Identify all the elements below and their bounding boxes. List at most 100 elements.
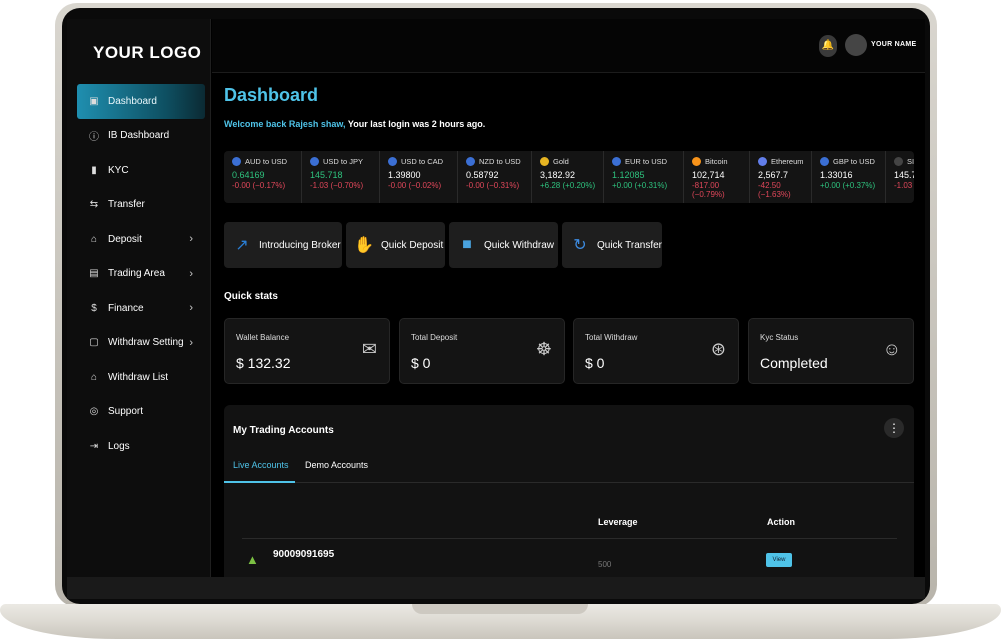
quick-action-quick-withdraw[interactable]: ■ Quick Withdraw (449, 222, 558, 268)
ticker-change: +6.28 (+0.20%) (540, 181, 596, 190)
app-screen: YOUR LOGO ▣ Dashboard ⓘ IB Dashboard ▮ KYC ⇆ Tr… (67, 19, 925, 577)
stat-label: Total Withdraw (585, 333, 638, 342)
currency-flag-icon (232, 157, 241, 166)
ticker-symbol: EUR to USD (612, 157, 683, 166)
sidebar-item-label: Trading Area (108, 268, 165, 280)
ticker-name: SI (907, 157, 914, 166)
quick-action-label: Introducing Broker (259, 239, 341, 251)
ticker-symbol: Ethereum (758, 157, 811, 166)
ticker-item[interactable]: USD to CAD 1.39800 -0.00 (−0.02%) (380, 151, 458, 203)
trading-icon: ▤ (89, 268, 99, 280)
deposit-hand-icon: ✋ (354, 237, 374, 254)
ticker-item[interactable]: GBP to USD 1.33016 +0.00 (+0.37%) (812, 151, 886, 203)
ticker-symbol: Bitcoin (692, 157, 749, 166)
ticker-price: 0.64169 (232, 170, 265, 180)
welcome-message: Welcome back Rajesh shaw, Your last logi… (224, 119, 485, 129)
chevron-right-icon: › (189, 302, 193, 315)
sidebar-item-withdraw-setting[interactable]: ▢ Withdraw Setting › (77, 326, 205, 361)
ticker-symbol: AUD to USD (232, 157, 301, 166)
bell-icon[interactable]: 🔔 (819, 35, 837, 57)
quick-action-label: Quick Withdraw (484, 239, 555, 251)
dashboard-icon: ▣ (89, 95, 99, 107)
ticker-price: 145.718 (310, 170, 343, 180)
quick-action-quick-deposit[interactable]: ✋ Quick Deposit (346, 222, 445, 268)
sidebar-item-trading-area[interactable]: ▤ Trading Area › (77, 257, 205, 292)
sidebar-item-transfer[interactable]: ⇆ Transfer (77, 188, 205, 223)
tab-active-indicator (224, 481, 295, 483)
chevron-right-icon: › (189, 267, 193, 280)
ticker-item[interactable]: AUD to USD 0.64169 -0.00 (−0.17%) (224, 151, 302, 203)
sidebar-item-ib-dashboard[interactable]: ⓘ IB Dashboard (77, 119, 205, 154)
stat-value: Completed (760, 355, 828, 371)
market-ticker[interactable]: AUD to USD 0.64169 -0.00 (−0.17%) USD to JP… (224, 151, 914, 203)
ticker-change: -1.03 ( (894, 181, 914, 190)
quick-action-label: Quick Transfer (596, 239, 663, 251)
top-bar: 🔔 YOUR NAME (212, 19, 925, 73)
trading-accounts-panel: My Trading Accounts ⋮ Live Accounts Demo… (224, 405, 914, 577)
support-icon: ◎ (89, 406, 99, 418)
tab-live-accounts[interactable]: Live Accounts (233, 460, 289, 470)
laptop-frame: YOUR LOGO ▣ Dashboard ⓘ IB Dashboard ▮ KYC ⇆ Tr… (0, 0, 1001, 639)
ticker-name: NZD to USD (479, 157, 521, 166)
currency-flag-icon (388, 157, 397, 166)
ticker-name: USD to JPY (323, 157, 364, 166)
column-header-action: Action (767, 517, 795, 527)
ticker-item[interactable]: USD to JPY 145.718 -1.03 (−0.70%) (302, 151, 380, 203)
ticker-change: -0.00 (−0.31%) (466, 181, 520, 190)
sidebar-item-withdraw-list[interactable]: ⌂ Withdraw List (77, 360, 205, 395)
ticker-price: 0.58792 (466, 170, 499, 180)
sidebar-item-finance[interactable]: $ Finance › (77, 291, 205, 326)
sidebar-item-dashboard[interactable]: ▣ Dashboard (77, 84, 205, 119)
stat-label: Total Deposit (411, 333, 458, 342)
stat-card-total-withdraw: Total Withdraw $ 0 ⊛ (573, 318, 739, 384)
ticker-item[interactable]: Ethereum 2,567.7 -42.50 (−1.63%) (750, 151, 812, 203)
ticker-change: -0.00 (−0.17%) (232, 181, 286, 190)
sidebar-item-label: Finance (108, 302, 144, 314)
screen-chin (67, 577, 925, 599)
sidebar-item-label: Withdraw List (108, 371, 169, 383)
welcome-name: Welcome back Rajesh shaw, (224, 119, 346, 129)
ticker-item[interactable]: SI 145.71-1.03 ( (886, 151, 914, 203)
ticker-change: -42.50 (−1.63%) (758, 181, 791, 199)
ticker-price: 2,567.7 (758, 170, 789, 180)
money-stack-icon: ☸ (535, 339, 552, 359)
laptop-notch (412, 604, 588, 614)
currency-flag-icon (758, 157, 767, 166)
ticker-item[interactable]: EUR to USD 1.12085 +0.00 (+0.31%) (604, 151, 684, 203)
sidebar-item-support[interactable]: ◎ Support (77, 395, 205, 430)
ticker-item[interactable]: Gold 3,182.92 +6.28 (+0.20%) (532, 151, 604, 203)
quick-action-introducing-broker[interactable]: ↗ Introducing Broker (224, 222, 342, 268)
ticker-item[interactable]: NZD to USD 0.58792 -0.00 (−0.31%) (458, 151, 532, 203)
sidebar-item-label: Logs (108, 440, 130, 452)
last-login-text: Your last login was 2 hours ago. (347, 119, 486, 129)
ticker-change: +0.00 (+0.37%) (820, 181, 876, 190)
ticker-price: 1.39800 (388, 170, 421, 180)
currency-flag-icon (894, 157, 903, 166)
logo[interactable]: YOUR LOGO (93, 43, 201, 63)
more-options-icon[interactable]: ⋮ (884, 418, 904, 438)
ticker-item[interactable]: Bitcoin 102,714 -817.00 (−0.79%) (684, 151, 750, 203)
quick-action-quick-transfer[interactable]: ↻ Quick Transfer (562, 222, 662, 268)
user-name[interactable]: YOUR NAME (871, 41, 916, 48)
info-icon: ⓘ (89, 132, 99, 144)
stat-value: $ 132.32 (236, 355, 291, 371)
currency-flag-icon (310, 157, 319, 166)
sidebar-item-label: Support (108, 406, 144, 418)
sidebar-item-label: Deposit (108, 233, 142, 245)
account-icon: ▲ (246, 552, 259, 567)
sidebar-item-logs[interactable]: ⇥ Logs (77, 429, 205, 464)
sidebar-item-kyc[interactable]: ▮ KYC (77, 153, 205, 188)
ticker-change: +0.00 (+0.31%) (612, 181, 668, 190)
avatar[interactable] (845, 34, 867, 56)
wallet-hand-icon: ✉ (361, 339, 377, 359)
sidebar-item-label: Dashboard (108, 95, 157, 107)
quick-action-label: Quick Deposit (381, 239, 444, 251)
sidebar-item-deposit[interactable]: ⌂ Deposit › (77, 222, 205, 257)
view-button[interactable]: View (766, 553, 792, 567)
tab-demo-accounts[interactable]: Demo Accounts (305, 460, 368, 470)
account-number: 90009091695 (273, 549, 335, 560)
ticker-name: USD to CAD (401, 157, 444, 166)
currency-flag-icon (540, 157, 549, 166)
logout-icon: ⇥ (89, 440, 99, 452)
bank-icon: ⌂ (90, 371, 98, 383)
